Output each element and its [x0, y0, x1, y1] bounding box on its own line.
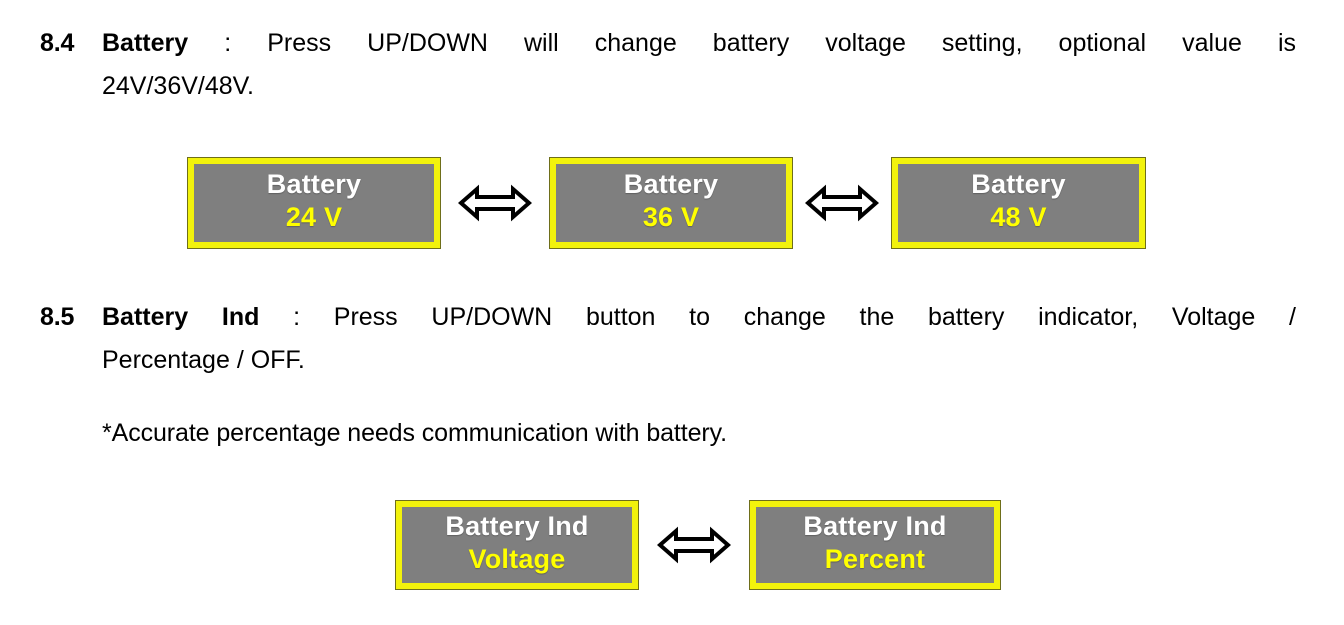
section-8-4-paragraph: 8.4 Battery : Press UP/DOWN will change …	[40, 22, 1296, 108]
lcd-value-battery-ind-voltage: Voltage	[468, 544, 566, 574]
state-transition-arrow-24-36	[440, 183, 550, 223]
section-8-5-number: 8.5	[40, 303, 75, 331]
section-8-4-line-1: Battery : Press UP/DOWN will change batt…	[102, 22, 1296, 65]
accuracy-note: *Accurate percentage needs communication…	[102, 419, 728, 447]
lcd-screen-battery-48v: Battery 48 V	[898, 164, 1139, 242]
section-8-5-term: Battery Ind	[102, 303, 260, 331]
section-8-4-line-1-text: Press UP/DOWN will change battery voltag…	[267, 29, 1296, 57]
battery-voltage-states-diagram: Battery 24 V Battery 36 V Battery 48 V	[188, 158, 1145, 248]
section-8-4-term: Battery	[102, 29, 189, 57]
state-transition-arrow-36-48	[792, 183, 892, 223]
section-8-5-separator: :	[293, 303, 301, 331]
double-headed-arrow-icon	[805, 183, 879, 223]
lcd-display-battery-ind-percent[interactable]: Battery Ind Percent	[750, 501, 1000, 589]
lcd-title-battery-ind-voltage: Battery Ind	[445, 511, 589, 541]
section-8-5-paragraph: 8.5 Battery Ind : Press UP/DOWN button t…	[40, 296, 1296, 382]
section-8-5-line-1: Battery Ind : Press UP/DOWN button to ch…	[102, 296, 1296, 339]
lcd-title-battery-36v: Battery	[623, 169, 719, 199]
lcd-display-battery-36v[interactable]: Battery 36 V	[550, 158, 792, 248]
section-8-5-line-1-text: Press UP/DOWN button to change the batte…	[333, 303, 1296, 331]
lcd-value-battery-48v: 48 V	[990, 202, 1047, 232]
section-8-5-line-2: Percentage / OFF.	[102, 346, 305, 374]
lcd-display-battery-ind-voltage[interactable]: Battery Ind Voltage	[396, 501, 638, 589]
lcd-value-battery-24v: 24 V	[285, 202, 343, 232]
lcd-title-battery-24v: Battery	[266, 169, 362, 199]
lcd-screen-battery-36v: Battery 36 V	[556, 164, 786, 242]
lcd-title-battery-ind-percent: Battery Ind	[803, 511, 947, 541]
lcd-value-battery-36v: 36 V	[642, 202, 700, 232]
lcd-value-battery-ind-percent: Percent	[824, 544, 926, 574]
section-8-5-body: Battery Ind : Press UP/DOWN button to ch…	[102, 296, 1296, 382]
double-headed-arrow-icon	[458, 183, 532, 223]
battery-indicator-states-diagram: Battery Ind Voltage Battery Ind Percent	[396, 501, 1000, 589]
lcd-screen-battery-ind-percent: Battery Ind Percent	[756, 507, 994, 583]
lcd-display-battery-48v[interactable]: Battery 48 V	[892, 158, 1145, 248]
lcd-screen-battery-24v: Battery 24 V	[194, 164, 434, 242]
section-8-4-number: 8.4	[40, 29, 75, 57]
lcd-display-battery-24v[interactable]: Battery 24 V	[188, 158, 440, 248]
lcd-screen-battery-ind-voltage: Battery Ind Voltage	[402, 507, 632, 583]
lcd-title-battery-48v: Battery	[971, 169, 1066, 199]
double-headed-arrow-icon	[657, 525, 731, 565]
section-8-4-separator: :	[224, 29, 232, 57]
section-8-4-line-2: 24V/36V/48V.	[102, 72, 254, 100]
state-transition-arrow-voltage-percent	[638, 525, 750, 565]
section-8-4-body: Battery : Press UP/DOWN will change batt…	[102, 22, 1296, 108]
